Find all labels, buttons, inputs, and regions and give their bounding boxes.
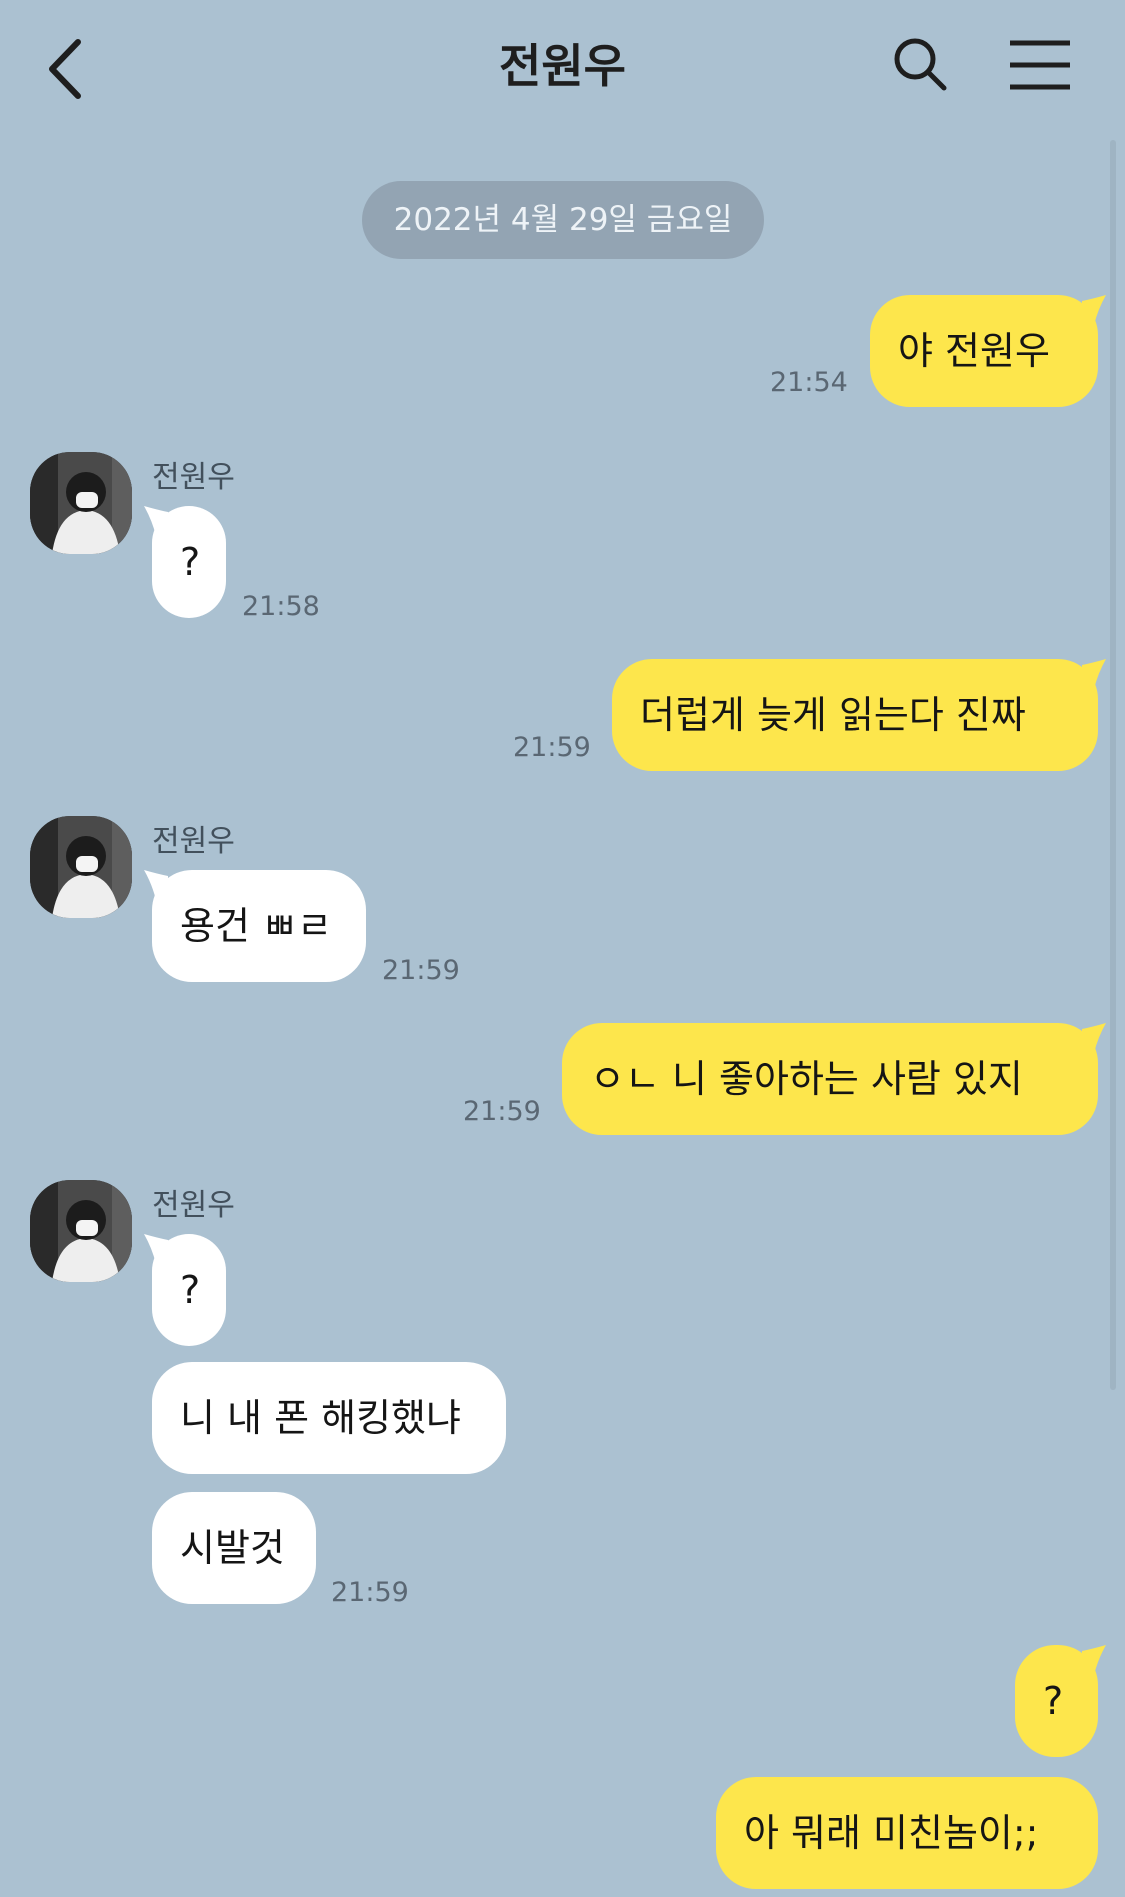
search-button[interactable] [890,34,950,94]
their-message-bubble[interactable]: 니 내 폰 해킹했냐 [152,1362,506,1474]
scrollbar[interactable] [1110,140,1116,1390]
message-time: 21:59 [463,1096,541,1127]
my-message-bubble[interactable]: ㅇㄴ 니 좋아하는 사람 있지 [562,1023,1098,1135]
search-icon [894,38,947,91]
avatar[interactable] [30,1180,132,1282]
my-bubble-tail [1082,295,1106,325]
message-time: 21:58 [242,591,320,622]
message-time: 21:54 [770,367,848,398]
message-text: ? [180,1268,201,1312]
avatar[interactable] [30,452,132,554]
sender-name: 전원우 [152,460,235,495]
message-time: 21:59 [331,1577,409,1608]
their-message-bubble[interactable]: 시발것 [152,1492,316,1604]
message-text: 시발것 [180,1526,285,1570]
sender-name: 전원우 [152,824,235,859]
message-text: ㅇㄴ 니 좋아하는 사람 있지 [590,1057,1023,1101]
their-bubble-tail [144,870,168,900]
message-text: 용건 ㅃㄹ [180,904,332,948]
my-message-bubble[interactable]: 야 전원우 [870,295,1098,407]
chat-title: 전원우 [499,39,626,93]
message-time: 21:59 [513,732,591,763]
avatar[interactable] [30,816,132,918]
message-time: 21:59 [382,955,460,986]
menu-button[interactable] [1008,38,1072,92]
their-bubble-tail [144,506,168,536]
message-text: ? [180,540,201,584]
profile-photo-image [30,816,132,918]
message-text: 아 뭐래 미친놈이;; [744,1811,1039,1855]
their-bubble-tail [144,1234,168,1264]
hamburger-menu-icon [1010,40,1070,90]
message-text: 니 내 폰 해킹했냐 [180,1396,461,1440]
message-text: ? [1043,1679,1064,1723]
my-message-bubble[interactable]: 더럽게 늦게 읽는다 진짜 [612,659,1098,771]
profile-photo-image [30,452,132,554]
message-text: 더럽게 늦게 읽는다 진짜 [640,693,1026,737]
date-divider: 2022년 4월 29일 금요일 [362,181,764,259]
chat-header: 전원우 [0,0,1125,130]
their-message-bubble[interactable]: 용건 ㅃㄹ [152,870,366,982]
my-bubble-tail [1082,1645,1106,1675]
my-bubble-tail [1082,1023,1106,1053]
my-message-bubble[interactable]: 아 뭐래 미친놈이;; [716,1777,1098,1889]
my-bubble-tail [1082,659,1106,689]
message-text: 야 전원우 [898,329,1050,373]
sender-name: 전원우 [152,1188,235,1223]
profile-photo-image [30,1180,132,1282]
